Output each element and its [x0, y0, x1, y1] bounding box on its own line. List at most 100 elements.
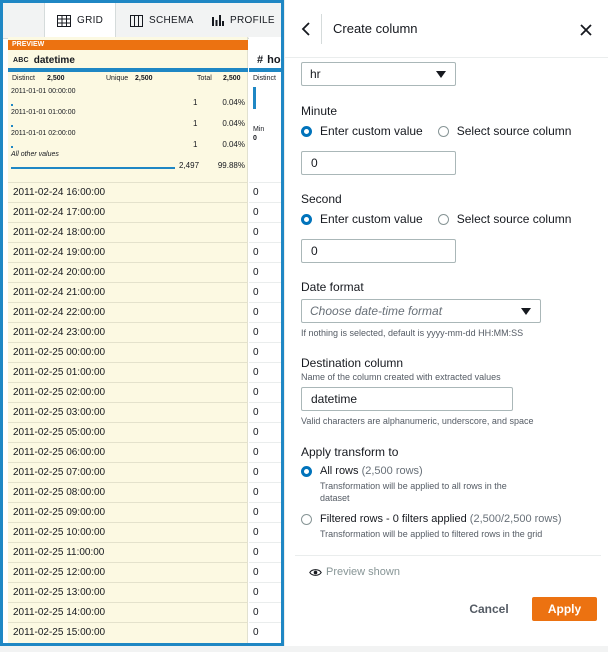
table-row[interactable]: 2011-02-24 19:00:00: [8, 242, 248, 262]
table-row[interactable]: 0: [249, 482, 281, 502]
second-custom-option[interactable]: Enter custom value: [301, 212, 423, 226]
other-values-count: 2,497: [179, 161, 200, 170]
table-row[interactable]: 0: [249, 262, 281, 282]
column-header-hour[interactable]: # ho: [249, 50, 281, 70]
minute-source-radio[interactable]: [437, 125, 449, 137]
top-value-bar: [11, 104, 13, 106]
date-format-select[interactable]: Choose date-time format: [301, 299, 541, 323]
second-source-radio[interactable]: [437, 213, 449, 225]
cancel-button[interactable]: Cancel: [465, 598, 513, 620]
all-rows-option[interactable]: All rows (2,500 rows) Transformation wil…: [301, 465, 530, 504]
other-values-row[interactable]: All other values 2,497 99.88%: [11, 151, 245, 171]
top-value-row[interactable]: 2011-01-01 00:00:00 1 0.04%: [11, 88, 245, 108]
apply-button[interactable]: Apply: [532, 597, 597, 621]
table-row[interactable]: 2011-02-24 20:00:00: [8, 262, 248, 282]
preview-tag: PREVIEW: [8, 40, 248, 50]
histogram-bar: [253, 87, 256, 109]
table-row[interactable]: 0: [249, 462, 281, 482]
total-value: 2,500: [223, 75, 241, 82]
preview-shown-toggle[interactable]: Preview shown: [309, 566, 400, 578]
table-row[interactable]: 2011-02-25 08:00:00: [8, 482, 248, 502]
table-row[interactable]: 2011-02-25 00:00:00: [8, 342, 248, 362]
table-row[interactable]: 0: [249, 282, 281, 302]
table-row[interactable]: 2011-02-25 07:00:00: [8, 462, 248, 482]
top-value-count: 1: [193, 119, 198, 128]
tab-profile[interactable]: PROFILE: [212, 3, 281, 38]
table-row[interactable]: 2011-02-25 06:00:00: [8, 442, 248, 462]
table-row[interactable]: 0: [249, 562, 281, 582]
minute-custom-radio[interactable]: [301, 125, 312, 137]
table-row[interactable]: 0: [249, 382, 281, 402]
table-row[interactable]: 2011-02-24 16:00:00: [8, 182, 248, 202]
second-source-option[interactable]: Select source column: [437, 212, 571, 226]
table-row[interactable]: 2011-02-25 09:00:00: [8, 502, 248, 522]
bottom-strip: [0, 646, 608, 652]
top-value-row[interactable]: 2011-01-01 02:00:00 1 0.04%: [11, 130, 245, 150]
table-row[interactable]: 0: [249, 342, 281, 362]
second-label: Second: [301, 192, 342, 206]
table-row[interactable]: 2011-02-24 22:00:00: [8, 302, 248, 322]
table-row[interactable]: 0: [249, 622, 281, 642]
back-button[interactable]: [295, 18, 317, 40]
second-input[interactable]: [301, 239, 456, 263]
top-value-pct: 0.04%: [222, 119, 245, 128]
table-row[interactable]: 2011-02-25 12:00:00: [8, 562, 248, 582]
table-row[interactable]: 2011-02-25 13:00:00: [8, 582, 248, 602]
hour-source-select[interactable]: hr: [301, 62, 456, 86]
minute-custom-option[interactable]: Enter custom value: [301, 124, 423, 138]
second-custom-radio[interactable]: [301, 213, 312, 225]
top-value-bar: [11, 146, 13, 148]
table-row[interactable]: 0: [249, 222, 281, 242]
table-row[interactable]: 2011-02-24 21:00:00: [8, 282, 248, 302]
table-row[interactable]: 2011-02-24 17:00:00: [8, 202, 248, 222]
table-row[interactable]: 0: [249, 442, 281, 462]
hour-select-value: hr: [310, 67, 321, 81]
column-header-datetime[interactable]: ABC datetime: [8, 50, 248, 70]
table-row[interactable]: 0: [249, 602, 281, 622]
table-row[interactable]: 0: [249, 582, 281, 602]
tab-grid[interactable]: GRID: [44, 3, 116, 38]
table-row[interactable]: 2011-02-25 05:00:00: [8, 422, 248, 442]
datetime-rows: 2011-02-24 16:00:00 2011-02-24 17:00:00 …: [8, 182, 248, 642]
date-format-label: Date format: [301, 280, 364, 294]
top-value-bar: [11, 125, 13, 127]
unique-value: 2,500: [135, 75, 153, 82]
table-row[interactable]: 0: [249, 362, 281, 382]
table-row[interactable]: 0: [249, 182, 281, 202]
total-label: Total: [197, 75, 212, 82]
filtered-rows-radio[interactable]: [301, 514, 312, 525]
table-row[interactable]: 2011-02-25 14:00:00: [8, 602, 248, 622]
table-row[interactable]: 0: [249, 322, 281, 342]
tab-schema[interactable]: SCHEMA: [130, 3, 202, 38]
column-name: ho: [267, 54, 281, 66]
filtered-rows-option[interactable]: Filtered rows - 0 filters applied (2,500…: [301, 513, 562, 540]
table-row[interactable]: 2011-02-24 23:00:00: [8, 322, 248, 342]
tab-grid-label: GRID: [77, 15, 104, 26]
table-row[interactable]: 2011-02-25 01:00:00: [8, 362, 248, 382]
destination-label: Destination column: [301, 356, 404, 370]
filtered-rows-title: Filtered rows - 0 filters applied: [320, 513, 467, 525]
table-row[interactable]: 2011-02-25 11:00:00: [8, 542, 248, 562]
table-row[interactable]: 2011-02-25 02:00:00: [8, 382, 248, 402]
preview-shown-label: Preview shown: [326, 566, 400, 578]
top-value-row[interactable]: 2011-01-01 01:00:00 1 0.04%: [11, 109, 245, 129]
table-row[interactable]: 2011-02-25 15:00:00: [8, 622, 248, 642]
table-row[interactable]: 0: [249, 542, 281, 562]
minute-input[interactable]: [301, 151, 456, 175]
table-row[interactable]: 0: [249, 422, 281, 442]
close-button[interactable]: [575, 19, 597, 41]
second-options: Enter custom value Select source column: [301, 212, 571, 226]
table-row[interactable]: 0: [249, 242, 281, 262]
table-row[interactable]: 2011-02-24 18:00:00: [8, 222, 248, 242]
table-row[interactable]: 0: [249, 302, 281, 322]
table-row[interactable]: 0: [249, 522, 281, 542]
table-row[interactable]: 0: [249, 402, 281, 422]
table-row[interactable]: 2011-02-25 03:00:00: [8, 402, 248, 422]
all-rows-radio[interactable]: [301, 466, 312, 477]
table-row[interactable]: 0: [249, 202, 281, 222]
destination-input[interactable]: [301, 387, 513, 411]
minute-source-option[interactable]: Select source column: [437, 124, 571, 138]
table-row[interactable]: 2011-02-25 10:00:00: [8, 522, 248, 542]
grid-icon: [57, 14, 71, 27]
table-row[interactable]: 0: [249, 502, 281, 522]
